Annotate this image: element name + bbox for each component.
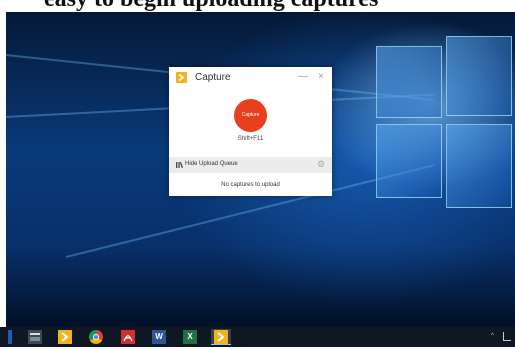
close-button[interactable]: ×: [315, 71, 327, 83]
chrome-icon[interactable]: [89, 330, 103, 344]
calculator-icon[interactable]: [28, 330, 42, 344]
minimize-button[interactable]: —: [297, 71, 309, 83]
windows-logo-pane: [376, 46, 442, 118]
desktop-background: Capture — × Capture Shift+F11 Hide Uploa…: [6, 6, 515, 327]
capture-app-icon[interactable]: [58, 330, 72, 344]
capture-app-icon: [176, 72, 187, 83]
network-icon[interactable]: [503, 332, 511, 341]
windows-logo-pane: [446, 36, 512, 116]
caption-text: easy to begin uploading captures: [44, 0, 378, 12]
gear-icon[interactable]: ⚙: [317, 160, 325, 169]
capture-button[interactable]: Capture: [234, 99, 267, 132]
capture-window: Capture — × Capture Shift+F11 Hide Uploa…: [169, 67, 332, 196]
hide-upload-queue-toggle[interactable]: Hide Upload Queue: [185, 161, 238, 167]
excel-icon[interactable]: X: [183, 330, 197, 344]
empty-queue-message: No captures to upload: [221, 182, 280, 188]
taskbar: W X ^: [0, 327, 515, 347]
start-button-edge[interactable]: [8, 330, 12, 344]
window-title: Capture: [195, 72, 231, 83]
pdf-reader-icon[interactable]: [121, 330, 135, 344]
queue-icon: [176, 162, 183, 168]
windows-logo-pane: [446, 124, 512, 208]
windows-logo-pane: [376, 124, 442, 198]
tray-overflow-icon[interactable]: ^: [491, 333, 494, 339]
word-icon[interactable]: W: [152, 330, 166, 344]
caption-text-strip: easy to begin uploading captures: [0, 0, 515, 12]
capture-app-icon-active[interactable]: [211, 329, 231, 345]
upload-queue-bar: Hide Upload Queue ⚙: [169, 157, 332, 173]
shortcut-label: Shift+F11: [237, 136, 264, 142]
window-titlebar[interactable]: Capture — ×: [169, 67, 332, 89]
word-glyph: W: [155, 332, 163, 341]
excel-glyph: X: [187, 332, 193, 341]
